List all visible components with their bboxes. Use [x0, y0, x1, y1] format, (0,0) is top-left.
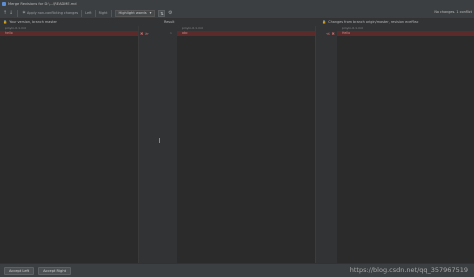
left-conflict-line[interactable]: hello	[0, 31, 138, 36]
left-editor[interactable]: pinyin-0.1.md hello	[0, 26, 139, 263]
accept-left-icon[interactable]: ✖ ≫	[140, 31, 149, 36]
right-header-label: Changes from branch origin/master, revis…	[328, 20, 419, 24]
accept-right-icon[interactable]: ≪ ✖	[326, 31, 335, 36]
result-editor[interactable]: pinyin-0.1.md abc	[177, 26, 315, 263]
chevron-down-icon: ▾	[149, 11, 152, 15]
app-icon	[2, 2, 6, 6]
toolbar-separator	[81, 9, 83, 17]
accept-right-button[interactable]: Accept Right	[38, 266, 72, 275]
left-header: 🔒 Your version, branch master	[3, 20, 57, 24]
left-gutter	[139, 26, 177, 263]
highlight-mode-select[interactable]: Highlight words ▾	[114, 9, 156, 17]
center-header-label: Result	[164, 20, 175, 24]
conflict-status: No changes. 1 conflict	[434, 10, 472, 14]
window-title: Merge Revisions for D:\...\README.md	[8, 2, 77, 6]
center-conflict-line[interactable]: abc	[177, 31, 315, 36]
lock-icon: 🔒	[322, 20, 327, 24]
apply-right-button[interactable]: Right	[99, 11, 108, 15]
text-caret	[159, 138, 160, 143]
watermark: https://blog.csdn.net/qq_357967519	[349, 266, 468, 274]
right-editor[interactable]: pinyin-0.1.md Hello	[337, 26, 474, 263]
gutter-line-number: 1	[170, 31, 172, 35]
toolbar-separator	[110, 9, 112, 17]
left-header-label: Your version, branch master	[9, 20, 57, 24]
title-bar: Merge Revisions for D:\...\README.md	[0, 0, 474, 8]
divider	[315, 26, 316, 263]
right-gutter	[315, 26, 337, 263]
accept-left-button[interactable]: Accept Left	[4, 266, 35, 275]
next-conflict-icon[interactable]: ↓	[8, 10, 14, 16]
sync-scroll-icon[interactable]: ⇅	[158, 9, 166, 17]
lock-icon: 🔒	[3, 20, 8, 24]
column-headers: 🔒 Your version, branch master Result 🔒 C…	[0, 19, 474, 26]
toolbar: ↑ ↓ ✶ Apply non-conflicting changes Left…	[0, 8, 474, 19]
toolbar-separator	[94, 9, 96, 17]
right-conflict-line[interactable]: Hello	[337, 31, 474, 36]
settings-icon[interactable]: ⚙	[167, 10, 173, 16]
apply-non-conflicting-button[interactable]: Apply non-conflicting changes	[27, 11, 78, 15]
toolbar-separator	[17, 9, 18, 17]
highlight-mode-value: Highlight words	[118, 11, 147, 15]
center-header: Result	[164, 20, 174, 24]
right-header: 🔒 Changes from branch origin/master, rev…	[322, 20, 419, 24]
apply-left-button[interactable]: Left	[85, 11, 91, 15]
